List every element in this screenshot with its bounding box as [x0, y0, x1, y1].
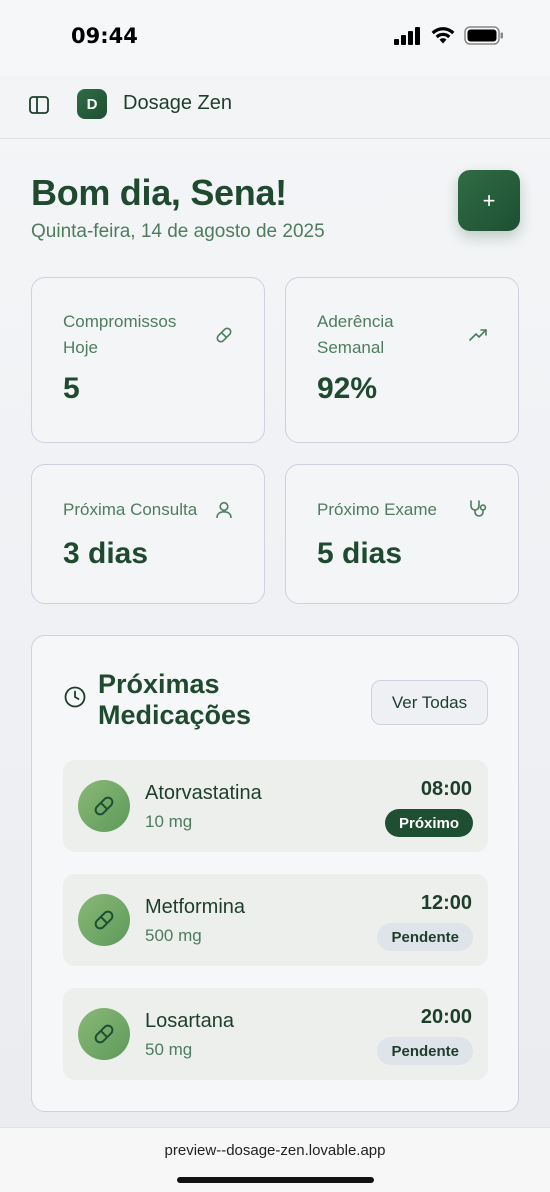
medication-dose: 50 mg — [145, 1040, 193, 1059]
medications-title: Próximas Medicações — [98, 669, 252, 730]
browser-url-bar: preview--dosage-zen.lovable.app — [0, 1127, 550, 1192]
medication-dose: 500 mg — [145, 926, 202, 945]
url-text[interactable]: preview--dosage-zen.lovable.app — [0, 1142, 550, 1159]
stat-card-appointments-today[interactable]: Compromissos Hoje 5 — [31, 277, 265, 443]
medication-item[interactable]: Metformina 500 mg 12:00 Pendente — [63, 874, 488, 966]
status-badge: Pendente — [377, 1037, 473, 1065]
clock-icon — [64, 686, 86, 708]
sidebar-toggle-icon[interactable] — [28, 94, 50, 116]
medication-item[interactable]: Atorvastatina 10 mg 08:00 Próximo — [63, 760, 488, 852]
medication-name: Atorvastatina — [145, 782, 262, 804]
medication-time: 08:00 — [420, 778, 472, 800]
stat-value: 5 dias — [317, 537, 403, 570]
medication-time: 12:00 — [420, 892, 472, 914]
stat-value: 5 — [63, 372, 80, 405]
app-logo[interactable]: D — [77, 89, 107, 119]
upcoming-medications-card: Próximas Medicações Ver Todas Atorvastat… — [31, 635, 519, 1112]
pill-icon — [78, 1008, 130, 1060]
pill-icon — [78, 780, 130, 832]
greeting-title: Bom dia, Sena! — [31, 172, 287, 213]
medication-name: Metformina — [145, 896, 246, 918]
add-button[interactable]: + — [458, 170, 520, 231]
stat-card-next-exam[interactable]: Próximo Exame 5 dias — [285, 464, 519, 604]
status-icons — [394, 26, 504, 45]
medication-time: 20:00 — [420, 1006, 472, 1028]
stat-label: Compromissos Hoje — [63, 312, 177, 357]
medication-dose: 10 mg — [145, 812, 193, 831]
status-badge: Próximo — [384, 809, 473, 837]
home-indicator[interactable] — [177, 1177, 374, 1183]
status-badge: Pendente — [377, 923, 473, 951]
app-header: D Dosage Zen — [0, 76, 550, 139]
stat-value: 92% — [317, 372, 378, 405]
stat-card-next-appointment[interactable]: Próxima Consulta 3 dias — [31, 464, 265, 604]
medication-name: Losartana — [145, 1010, 234, 1032]
medication-item[interactable]: Losartana 50 mg 20:00 Pendente — [63, 988, 488, 1080]
pill-icon — [78, 894, 130, 946]
status-bar: 09:44 — [0, 0, 550, 76]
user-icon — [216, 501, 232, 519]
stat-value: 3 dias — [63, 537, 149, 570]
stat-label: Aderência Semanal — [317, 312, 394, 357]
pill-icon — [216, 327, 232, 343]
stat-label: Próxima Consulta — [63, 500, 198, 519]
current-date: Quinta-feira, 14 de agosto de 2025 — [31, 221, 325, 242]
wifi-icon — [431, 27, 455, 44]
battery-icon — [464, 26, 503, 45]
stat-card-weekly-adherence[interactable]: Aderência Semanal 92% — [285, 277, 519, 443]
view-all-button[interactable]: Ver Todas — [371, 680, 488, 725]
app-name[interactable]: Dosage Zen — [123, 92, 232, 115]
cellular-signal-icon — [394, 26, 420, 45]
stat-label: Próximo Exame — [317, 500, 437, 519]
trending-up-icon — [469, 329, 487, 341]
stethoscope-icon — [470, 500, 487, 517]
status-time: 09:44 — [71, 24, 138, 48]
